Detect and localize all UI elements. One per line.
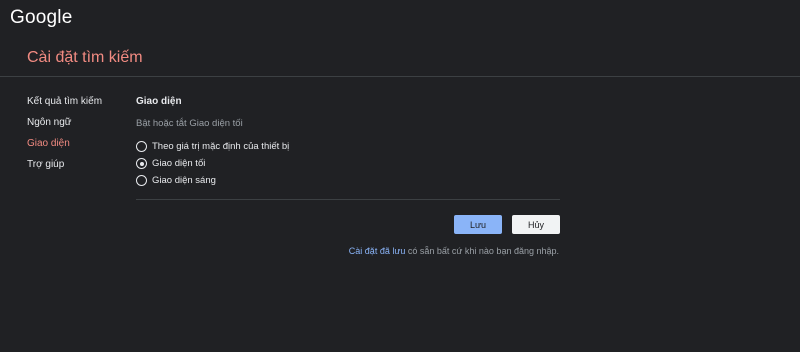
sidebar-item-languages[interactable]: Ngôn ngữ: [27, 117, 127, 138]
radio-button[interactable]: [136, 175, 147, 186]
radio-option-device-default[interactable]: Theo giá trị mặc định của thiết bị: [136, 138, 560, 155]
section-title: Giao diện: [136, 96, 182, 107]
section-description: Bật hoặc tắt Giao diện tối: [136, 118, 243, 129]
settings-header: Cài đặt tìm kiếm: [0, 38, 800, 77]
theme-radio-group: Theo giá trị mặc định của thiết bị Giao …: [136, 138, 560, 189]
cancel-button[interactable]: Hủy: [512, 215, 560, 234]
section-divider: [136, 199, 560, 200]
top-bar: Google: [0, 0, 800, 38]
sidebar-item-help[interactable]: Trợ giúp: [27, 159, 127, 180]
radio-button-selected[interactable]: [136, 158, 147, 169]
radio-button[interactable]: [136, 141, 147, 152]
settings-sidebar: Kết quả tìm kiếm Ngôn ngữ Giao diện Trợ …: [27, 96, 127, 180]
radio-label: Theo giá trị mặc định của thiết bị: [152, 141, 290, 152]
saved-settings-link[interactable]: Cài đặt đã lưu: [349, 246, 406, 256]
saved-settings-text: có sẵn bất cứ khi nào bạn đăng nhập.: [405, 246, 559, 256]
save-button[interactable]: Lưu: [454, 215, 502, 234]
appearance-section: Giao diện Bật hoặc tắt Giao diện tối The…: [136, 96, 560, 189]
radio-label: Giao diện tối: [152, 158, 206, 169]
saved-settings-note: Cài đặt đã lưu có sẵn bất cứ khi nào bạn…: [349, 246, 559, 256]
page-title: Cài đặt tìm kiếm: [27, 49, 143, 66]
google-logo[interactable]: Google: [10, 7, 72, 29]
radio-option-dark-theme[interactable]: Giao diện tối: [136, 155, 560, 172]
radio-label: Giao diện sáng: [152, 175, 216, 186]
sidebar-item-appearance[interactable]: Giao diện: [27, 138, 127, 159]
sidebar-item-search-results[interactable]: Kết quả tìm kiếm: [27, 96, 127, 117]
radio-option-light-theme[interactable]: Giao diện sáng: [136, 172, 560, 189]
